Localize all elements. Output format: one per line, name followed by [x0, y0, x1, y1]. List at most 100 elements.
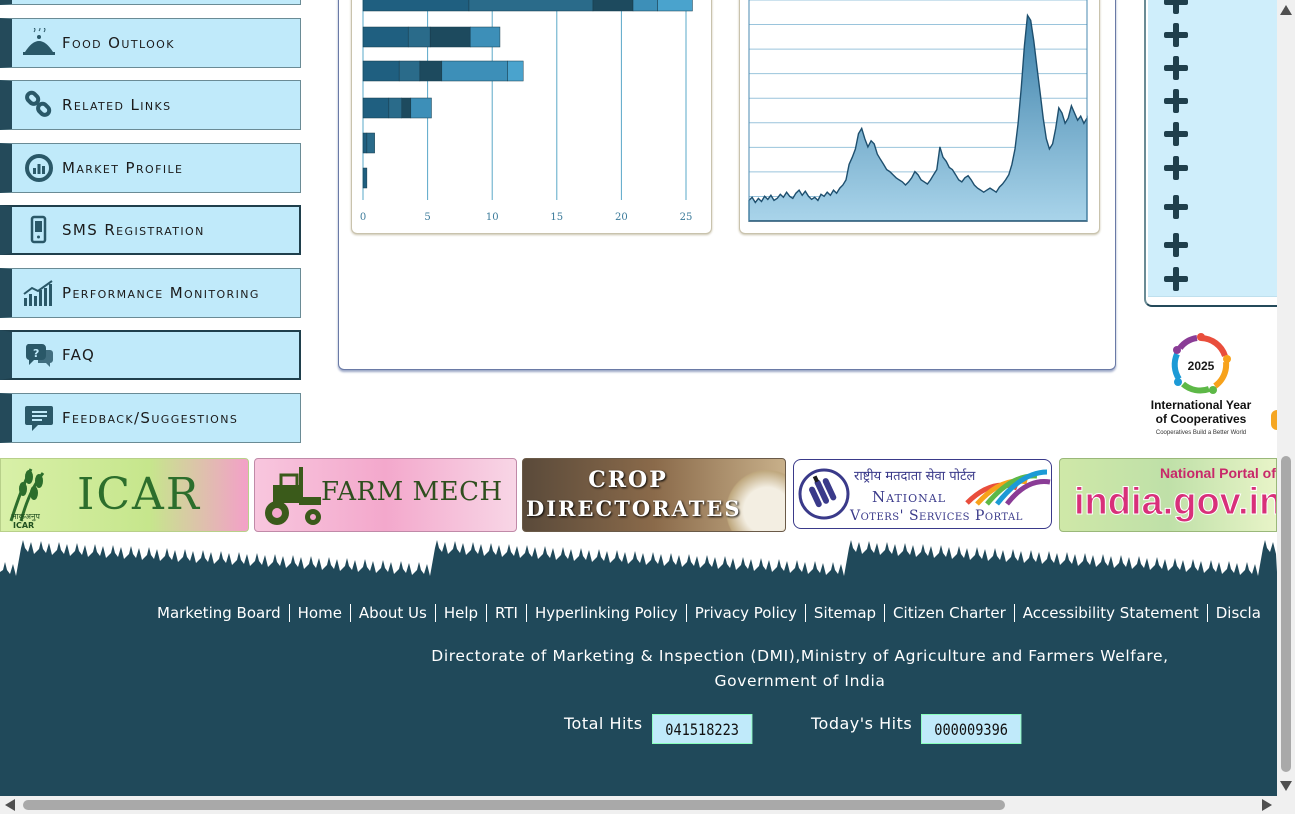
footer-link[interactable]: About Us	[350, 604, 436, 622]
total-hits-counter: 041518223	[652, 714, 753, 744]
sidebar-item-related-links[interactable]: Related Links	[0, 80, 301, 130]
scroll-up-arrow-icon[interactable]	[1280, 5, 1292, 15]
india-portal-text: National Portal of I	[1160, 465, 1277, 481]
scroll-left-arrow-icon[interactable]	[5, 799, 15, 811]
speech-bubble-icon	[22, 401, 56, 435]
iyc-year: 2025	[1188, 359, 1215, 373]
expand-row	[1148, 151, 1279, 186]
bar-segment	[657, 0, 693, 12]
iyc-2025-logo[interactable]: 2025 International Year of Cooperatives …	[1146, 332, 1256, 454]
price-area-chart	[739, 0, 1100, 234]
sidebar-item-food-outlook[interactable]: Food Outlook	[0, 18, 301, 68]
vertical-scroll-thumb[interactable]	[1281, 456, 1291, 772]
expand-row	[1148, 84, 1279, 118]
footer-line2: Government of India	[714, 672, 886, 690]
bar-segment	[507, 60, 524, 82]
footer-link[interactable]: Accessibility Statement	[1014, 604, 1208, 622]
svg-text:?: ?	[33, 347, 39, 360]
scroll-right-arrow-icon[interactable]	[1262, 799, 1272, 811]
plus-expand-icon[interactable]	[1164, 194, 1188, 219]
footer-link[interactable]: RTI	[487, 604, 527, 622]
footer-link[interactable]: Home	[289, 604, 351, 622]
bar-trend-icon	[22, 276, 56, 310]
sidebar-item-feedback[interactable]: Feedback/Suggestions	[0, 393, 301, 443]
crop-text-line1: CROP	[588, 467, 668, 493]
plus-expand-icon[interactable]	[1164, 0, 1188, 14]
plus-expand-icon[interactable]	[1164, 267, 1188, 291]
bar-segment	[362, 0, 470, 12]
x-tick-label: 10	[486, 212, 499, 223]
voter-hand-icon	[798, 468, 850, 520]
bar-segment	[362, 97, 390, 119]
plus-expand-icon[interactable]	[1164, 55, 1188, 80]
expand-row	[1148, 185, 1279, 229]
nvsp-color-ribbon-icon	[965, 469, 1051, 506]
footer-line1: Directorate of Marketing & Inspection (D…	[431, 647, 1169, 665]
footer-nav: Marketing Board Home About Us Help RTI Hyperl…	[148, 604, 1269, 622]
horizontal-scroll-thumb[interactable]	[23, 800, 1005, 810]
bar-segment	[469, 26, 501, 48]
plus-expand-icon[interactable]	[1164, 88, 1188, 113]
footer-link[interactable]: Marketing Board	[148, 604, 290, 622]
iyc-ring-icon: 2025	[1171, 333, 1231, 394]
bar-segment	[362, 26, 409, 48]
sidebar-item-sms-registration[interactable]: SMS Registration	[0, 205, 301, 255]
expand-row	[1148, 262, 1279, 297]
iyc-tagline: Cooperatives Build a Better World	[1155, 430, 1247, 436]
question-bubble-icon: ?	[22, 338, 56, 372]
x-tick-label: 25	[680, 212, 693, 223]
scroll-down-arrow-icon[interactable]	[1280, 781, 1292, 791]
price-area-chart-svg	[748, 0, 1088, 222]
expand-row	[1148, 228, 1279, 263]
nvsp-line2: Voters' Services Portal	[850, 508, 1023, 524]
sidebar-item-faq[interactable]: ? FAQ	[0, 330, 301, 380]
footer-link[interactable]: Hyperlinking Policy	[526, 604, 687, 622]
bar-segment	[362, 132, 368, 154]
food-cloche-icon	[22, 26, 56, 60]
expand-row	[1148, 18, 1279, 52]
bar-segment	[388, 97, 403, 119]
plus-expand-icon[interactable]	[1164, 156, 1188, 180]
plus-expand-icon[interactable]	[1164, 122, 1188, 146]
sidebar-item-label: Performance Monitoring	[62, 284, 260, 302]
bar-segment	[441, 60, 508, 82]
india-gov-text: india.gov.in	[1073, 481, 1277, 524]
footer-link[interactable]: Privacy Policy	[686, 604, 806, 622]
crop-directorates-banner-link[interactable]: CROP DIRECTORATES	[522, 458, 786, 532]
bar-segment	[410, 97, 432, 119]
sidebar-item-previous[interactable]	[0, 0, 301, 5]
plus-expand-icon[interactable]	[1164, 22, 1188, 47]
x-tick-label: 15	[550, 212, 563, 223]
footer-link[interactable]: Citizen Charter	[885, 604, 1015, 622]
bar-segment	[362, 60, 400, 82]
vertical-scrollbar[interactable]	[1277, 0, 1295, 796]
x-tick-label: 0	[360, 212, 366, 223]
sidebar-item-performance-monitoring[interactable]: Performance Monitoring	[0, 268, 301, 318]
nvsp-line1: National	[872, 488, 947, 506]
icar-text: ICAR	[77, 469, 201, 520]
x-tick-label: 20	[615, 212, 628, 223]
horizontal-scrollbar[interactable]	[0, 796, 1295, 814]
icar-banner-link[interactable]: भाकृअनुप ICAR ICAR	[0, 458, 249, 532]
x-tick-label: 5	[424, 212, 430, 223]
nvsp-banner-link[interactable]: राष्ट्रीय मतदाता सेवा पोर्टल National Vo…	[793, 459, 1052, 529]
footer-link[interactable]: Sitemap	[805, 604, 886, 622]
bar-segment	[429, 26, 471, 48]
expand-row	[1148, 117, 1279, 152]
bar-segment	[419, 60, 443, 82]
total-hits-label: Total Hits	[564, 714, 643, 733]
sidebar-item-label: SMS Registration	[62, 221, 205, 239]
bar-segment	[592, 0, 634, 12]
footer-link[interactable]: Discla	[1208, 604, 1269, 622]
footer-link[interactable]: Help	[435, 604, 488, 622]
india-gov-banner-link[interactable]: National Portal of I india.gov.in	[1059, 458, 1277, 532]
icar-sub-label: ICAR	[13, 521, 35, 530]
sidebar-item-label: Feedback/Suggestions	[62, 409, 239, 427]
todays-hits-counter: 000009396	[921, 714, 1022, 744]
sidebar-item-market-profile[interactable]: Market Profile	[0, 143, 301, 193]
bar-segment	[362, 167, 368, 189]
farm-mech-banner-link[interactable]: FARM MECH	[254, 458, 517, 532]
plus-expand-icon[interactable]	[1164, 233, 1188, 257]
nvsp-hindi-text: राष्ट्रीय मतदाता सेवा पोर्टल	[854, 469, 976, 484]
tractor-icon	[265, 467, 321, 525]
